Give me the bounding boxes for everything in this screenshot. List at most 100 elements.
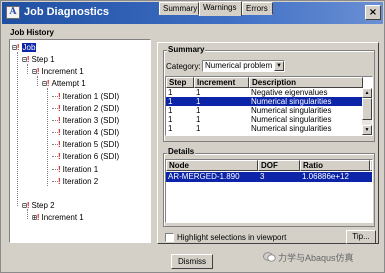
warning-marker-icon: ! (46, 79, 50, 88)
category-label: Category: (166, 62, 201, 71)
tree-connector (47, 88, 48, 186)
cell-dof: 3 (260, 172, 265, 181)
tree-node[interactable]: ⊟! Job (12, 42, 37, 53)
summary-scrollbar[interactable]: ▲ ▼ (362, 88, 372, 135)
cell-ratio: 1.06886e+12 (302, 172, 349, 181)
tree-node[interactable]: ! Iteration 2 (SDI) (52, 103, 119, 114)
cell-increment: 1 (196, 106, 201, 115)
col-header-dof[interactable]: DOF (258, 160, 300, 171)
dropdown-arrow-icon: ▼ (274, 61, 284, 71)
tree-node[interactable]: ! Iteration 1 (52, 164, 98, 175)
tree-node-label: Iteration 1 (62, 165, 99, 174)
warning-marker-icon: ! (58, 165, 61, 174)
warning-marker-icon: ! (36, 67, 40, 76)
tree-connector (27, 64, 28, 74)
tree-node[interactable]: ⊟! Step 1 (22, 54, 55, 65)
tab-warnings[interactable]: Warnings (199, 1, 242, 16)
tab-summary[interactable]: Summary (159, 2, 199, 15)
tree-node-label: Increment 1 (41, 213, 84, 222)
tree-node[interactable]: ! Iteration 3 (SDI) (52, 115, 119, 126)
tree-node-label: Attempt 1 (51, 79, 86, 88)
job-diagnostics-dialog: A Job Diagnostics × Job History ⊟! Job ⊟! S… (0, 0, 385, 273)
table-row[interactable]: AR-MERGED-1.890 3 1.06886e+12 (166, 172, 372, 182)
cell-description: Numerical singularities (251, 106, 332, 115)
scroll-thumb[interactable] (362, 98, 372, 120)
tree-node[interactable]: ! Iteration 5 (SDI) (52, 139, 119, 150)
details-label: Details (167, 147, 196, 156)
cell-description: Numerical singularities (251, 97, 332, 106)
job-history-tree[interactable]: ⊟! Job ⊟! Step 1 ⊟! Increment 1 ⊟! Attempt 1! It… (9, 39, 151, 243)
cell-step: 1 (168, 97, 173, 106)
collapse-icon[interactable]: ⊟ (42, 79, 47, 88)
tree-node-label: Iteration 1 (SDI) (62, 92, 120, 101)
scroll-down-icon[interactable]: ▼ (362, 125, 372, 135)
tab-errors[interactable]: Errors (242, 2, 273, 15)
cell-increment: 1 (196, 97, 201, 106)
tree-node-label: Job (21, 43, 37, 52)
tip-button[interactable]: Tip... (346, 230, 376, 244)
table-row[interactable]: 1 1 Numerical singularities (166, 124, 362, 133)
tree-node[interactable]: ⊞! Increment 1 (32, 212, 84, 223)
col-header-node[interactable]: Node (166, 160, 258, 171)
tree-node-label: Iteration 4 (SDI) (62, 128, 120, 137)
summary-table[interactable]: Step Increment Description 1 1 Negative ei… (165, 76, 373, 136)
tree-node[interactable]: ! Iteration 4 (SDI) (52, 127, 119, 138)
dismiss-button[interactable]: Dismiss (171, 254, 213, 269)
tree-node-label: Iteration 2 (SDI) (62, 104, 120, 113)
warning-marker-icon: ! (58, 177, 61, 186)
tree-node[interactable]: ! Iteration 6 (SDI) (52, 151, 119, 162)
col-header-step[interactable]: Step (166, 77, 194, 88)
tree-connector (37, 76, 38, 86)
warning-marker-icon: ! (58, 92, 61, 101)
tree-node-label: Iteration 2 (62, 177, 99, 186)
collapse-icon[interactable]: ⊟ (22, 201, 27, 210)
expand-icon[interactable]: ⊞ (32, 213, 37, 222)
col-header-extra[interactable]: I (370, 160, 372, 171)
tree-connector (17, 52, 18, 206)
tree-node-label: Step 1 (31, 55, 55, 64)
tree-node-label: Iteration 6 (SDI) (62, 152, 120, 161)
tree-node[interactable]: ! Iteration 2 (52, 176, 98, 187)
highlight-label: Highlight selections in viewport (177, 233, 287, 242)
warning-marker-icon: ! (58, 128, 61, 137)
category-select[interactable]: Numerical problem ▼ (202, 60, 285, 72)
table-row[interactable]: 1 1 Numerical singularities (166, 106, 362, 115)
collapse-icon[interactable]: ⊟ (12, 43, 17, 52)
cell-description: Numerical singularities (251, 124, 332, 133)
tree-node[interactable]: ⊟! Step 2 (22, 200, 55, 211)
tree-node[interactable]: ⊟! Increment 1 (32, 66, 84, 77)
cell-increment: 1 (196, 115, 201, 124)
warning-marker-icon: ! (26, 201, 30, 210)
warning-marker-icon: ! (58, 152, 61, 161)
warning-marker-icon: ! (26, 55, 30, 64)
app-icon: A (6, 6, 20, 19)
details-table[interactable]: Node DOF Ratio I AR-MERGED-1.890 3 1.06886… (165, 159, 373, 223)
watermark-text: 力学与Abaqus仿真 (278, 253, 354, 263)
tree-node-label: Iteration 5 (SDI) (62, 140, 120, 149)
tree-node-label: Step 2 (31, 201, 55, 210)
warning-marker-icon: ! (58, 116, 61, 125)
col-header-increment[interactable]: Increment (194, 77, 249, 88)
table-row[interactable]: 1 1 Numerical singularities (166, 97, 362, 106)
tree-node[interactable]: ⊟! Attempt 1 (42, 78, 86, 89)
tree-node-label: Iteration 3 (SDI) (62, 116, 120, 125)
col-header-description[interactable]: Description (249, 77, 363, 88)
summary-label: Summary (167, 45, 206, 54)
table-row[interactable]: 1 1 Negative eigenvalues (166, 88, 362, 97)
col-header-ratio[interactable]: Ratio (300, 160, 370, 171)
scroll-up-icon[interactable]: ▲ (362, 88, 372, 98)
warning-marker-icon: ! (58, 140, 61, 149)
collapse-icon[interactable]: ⊟ (32, 67, 37, 76)
category-value: Numerical problem (205, 61, 273, 70)
cell-description: Negative eigenvalues (251, 88, 328, 97)
tree-node[interactable]: ! Iteration 1 (SDI) (52, 91, 119, 102)
cell-increment: 1 (196, 88, 201, 97)
wechat-icon (263, 252, 276, 262)
highlight-checkbox[interactable] (165, 233, 174, 242)
close-button[interactable]: × (365, 5, 381, 20)
table-row[interactable]: 1 1 Numerical singularities (166, 115, 362, 124)
cell-step: 1 (168, 106, 173, 115)
cell-step: 1 (168, 115, 173, 124)
warning-marker-icon: ! (58, 104, 61, 113)
collapse-icon[interactable]: ⊟ (22, 55, 27, 64)
